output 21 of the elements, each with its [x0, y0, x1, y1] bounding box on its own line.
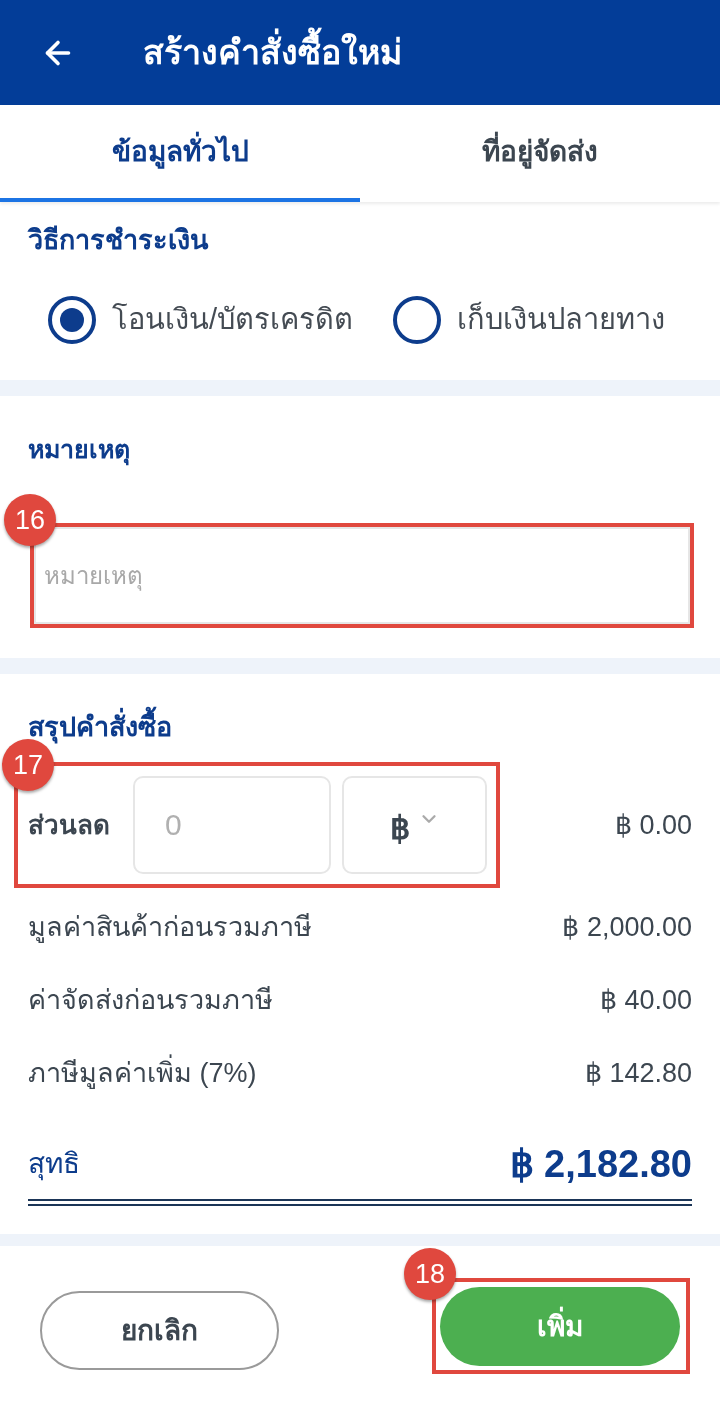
- summary-amount: ฿ 2,000.00: [562, 910, 692, 944]
- summary-amount: ฿ 40.00: [599, 983, 692, 1017]
- total-amount: ฿ 2,182.80: [509, 1141, 692, 1187]
- cancel-button[interactable]: ยกเลิก: [40, 1291, 279, 1370]
- section-heading: วิธีการชำระเงิน: [28, 223, 208, 257]
- tab[interactable]: ที่อยู่จัดส่ง: [360, 105, 720, 202]
- payment-option[interactable]: โอนเงิน/บัตรเครดิต: [48, 296, 354, 344]
- discount-field[interactable]: 0: [133, 776, 331, 874]
- summary-label: ภาษีมูลค่าเพิ่ม (7%): [28, 1052, 257, 1094]
- callout-badge: 18: [404, 1248, 456, 1300]
- total-label: สุทธิ: [28, 1147, 80, 1183]
- payment-option[interactable]: เก็บเงินปลายทาง: [393, 296, 666, 344]
- summary-amount: ฿ 142.80: [584, 1056, 692, 1090]
- callout-badge: 16: [4, 494, 56, 546]
- page-title: สร้างคำสั่งซื้อใหม่: [143, 27, 402, 78]
- discount-label: ส่วนลด: [28, 808, 111, 842]
- section-heading: หมายเหตุ: [28, 434, 130, 468]
- currency-select[interactable]: ฿: [342, 776, 487, 874]
- summary-label: ค่าจัดส่งก่อนรวมภาษี: [28, 983, 273, 1017]
- discount-amount: ฿ 0.00: [614, 808, 692, 842]
- summary-label: มูลค่าสินค้าก่อนรวมภาษี: [28, 910, 312, 945]
